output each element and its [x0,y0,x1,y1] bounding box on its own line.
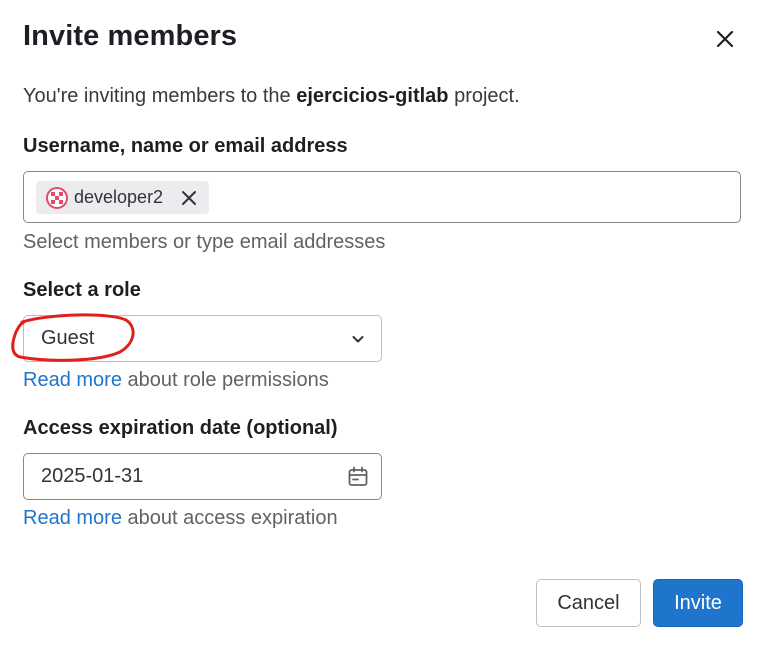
role-field-label: Select a role [23,279,141,301]
invite-button[interactable]: Invite [653,579,743,627]
role-select[interactable]: Guest [23,315,382,362]
intro-prefix: You're inviting members to the [23,85,297,107]
members-input[interactable]: developer2 [23,171,741,223]
close-icon [182,190,197,205]
role-help-text: about role permissions [121,369,329,391]
calendar-icon[interactable] [346,465,370,489]
cancel-button[interactable]: Cancel [536,579,641,627]
expiration-date-value: 2025-01-31 [41,465,144,487]
expiration-read-more-link[interactable]: Read more [23,507,122,529]
members-help-text: Select members or type email addresses [23,231,386,253]
invite-members-modal: Invite members You're inviting members t… [0,0,763,648]
chevron-down-icon [349,330,367,348]
modal-title: Invite members [23,20,238,52]
expiration-date-input[interactable]: 2025-01-31 [23,453,382,500]
member-token-label: developer2 [74,187,164,207]
members-field-label: Username, name or email address [23,135,348,157]
close-icon [716,30,734,48]
member-token: developer2 [36,181,210,214]
close-button[interactable] [708,22,742,56]
expiration-help-text: about access expiration [121,507,338,529]
project-name: ejercicios-gitlab [296,85,449,107]
identicon-icon [51,191,63,204]
intro-suffix: project. [448,85,520,107]
role-read-more-link[interactable]: Read more [23,369,122,391]
token-remove-button[interactable] [177,186,201,210]
expiration-field-label: Access expiration date (optional) [23,417,338,439]
role-select-value: Guest [41,327,95,349]
role-help: Read more about role permissions [23,369,329,392]
expiration-help: Read more about access expiration [23,507,338,530]
avatar [46,186,68,209]
modal-intro: You're inviting members to the ejercicio… [23,85,520,108]
